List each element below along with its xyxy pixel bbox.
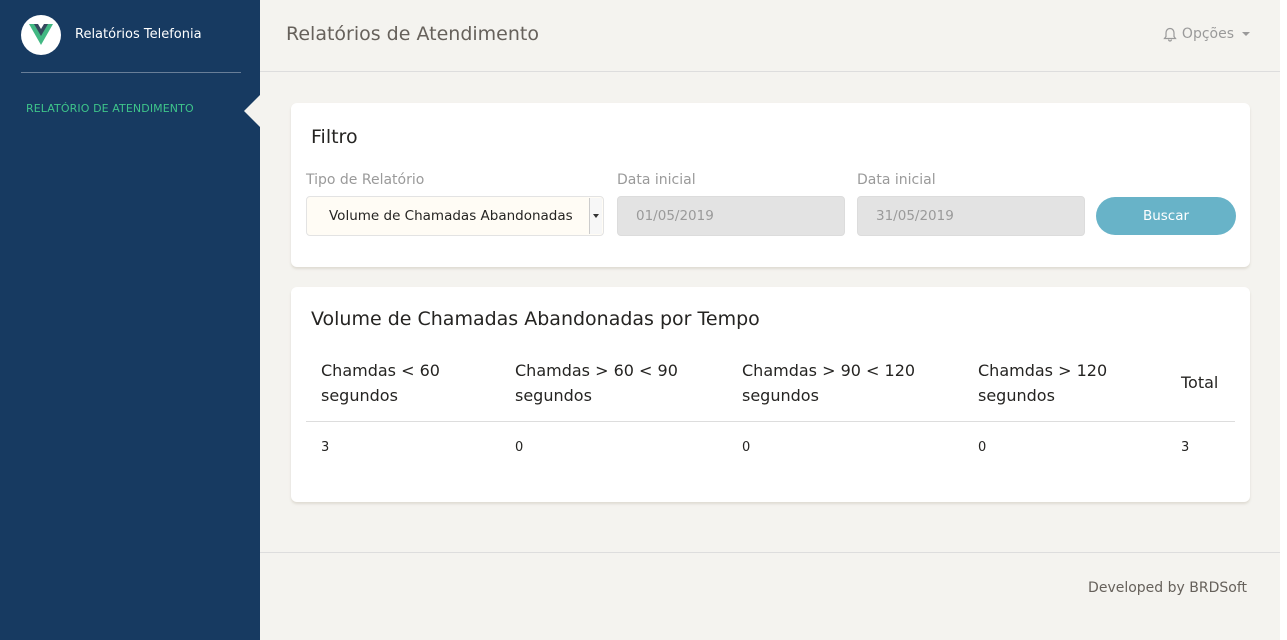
vue-logo-icon [21, 15, 61, 55]
end-date-value: 31/05/2019 [876, 208, 954, 224]
footer-divider [260, 552, 1280, 553]
table-cell: 0 [978, 440, 987, 455]
column-header: Chamdas < 60 segundos [321, 361, 440, 405]
table-header-divider [306, 421, 1235, 422]
footer-credit: Developed by BRDSoft [1088, 580, 1247, 596]
table-cell: 0 [742, 440, 751, 455]
options-label: Opções [1181, 26, 1234, 42]
filter-title: Filtro [311, 126, 358, 148]
report-type-select[interactable]: Volume de Chamadas Abandonadas [306, 196, 604, 236]
sidebar: Relatórios Telefonia RELATÓRIO DE ATENDI… [0, 0, 260, 640]
sidebar-item-relatorio-atendimento[interactable]: RELATÓRIO DE ATENDIMENTO [26, 102, 194, 115]
start-date-label: Data inicial [617, 172, 696, 188]
report-type-label: Tipo de Relatório [306, 172, 425, 188]
search-button[interactable]: Buscar [1096, 197, 1236, 235]
end-date-field[interactable]: 31/05/2019 [857, 196, 1085, 236]
active-item-caret [244, 95, 260, 127]
column-header: Chamdas > 120 segundos [978, 361, 1108, 405]
sidebar-divider [21, 72, 241, 73]
window-edge [1280, 0, 1287, 640]
table-cell: 3 [321, 440, 330, 455]
report-title: Volume de Chamadas Abandonadas por Tempo [311, 308, 760, 330]
filter-card: Filtro Tipo de Relatório Volume de Chama… [291, 103, 1250, 267]
column-header: Chamdas > 90 < 120 segundos [742, 361, 916, 405]
select-arrow-icon[interactable] [589, 198, 602, 234]
column-header-total: Total [1181, 373, 1219, 392]
options-dropdown[interactable]: Opções [1163, 26, 1250, 42]
table-cell-total: 3 [1181, 440, 1190, 455]
start-date-value: 01/05/2019 [636, 208, 714, 224]
page-title: Relatórios de Atendimento [286, 23, 539, 45]
report-type-value: Volume de Chamadas Abandonadas [329, 208, 573, 224]
chevron-down-icon [1242, 32, 1250, 36]
end-date-label: Data inicial [857, 172, 936, 188]
bell-icon [1163, 27, 1177, 42]
report-card: Volume de Chamadas Abandonadas por Tempo… [291, 287, 1250, 502]
brand-title: Relatórios Telefonia [75, 27, 202, 42]
top-navbar: Relatórios de Atendimento Opções [260, 0, 1280, 72]
table-cell: 0 [515, 440, 524, 455]
brand[interactable]: Relatórios Telefonia [0, 0, 260, 72]
start-date-field[interactable]: 01/05/2019 [617, 196, 845, 236]
column-header: Chamdas > 60 < 90 segundos [515, 361, 678, 405]
